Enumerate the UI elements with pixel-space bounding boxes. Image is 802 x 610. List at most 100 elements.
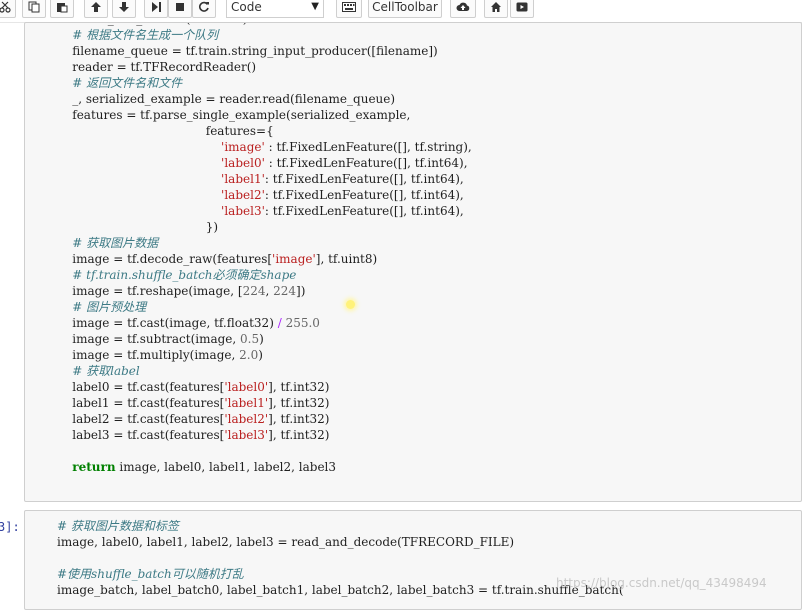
move-up-button[interactable] — [84, 0, 108, 18]
code-line: _, serialized_example = reader.read(file… — [57, 91, 472, 107]
code-line: image_batch, label_batch0, label_batch1,… — [57, 582, 624, 598]
code-token: ], tf.int32) — [268, 428, 330, 442]
code-token: : tf.FixedLenFeature([], tf.int64), — [264, 172, 464, 186]
code-token: label3 = tf.cast(features[ — [57, 428, 225, 442]
code-line: # 返回文件名和文件 — [57, 75, 472, 91]
code-string: 'label2' — [221, 188, 265, 202]
code-cell-get-batch[interactable]: 3]: # 获取图片数据和标签 image, label0, label1, la… — [0, 510, 802, 610]
code-string: 'label2' — [224, 412, 269, 426]
chevron-down-icon: ▼ — [311, 1, 319, 12]
home-icon — [490, 1, 502, 13]
code-line: return image, label0, label1, label2, la… — [57, 459, 472, 475]
code-line: 'label1': tf.FixedLenFeature([], tf.int6… — [57, 171, 472, 187]
code-comment: # 获取图片数据和标签 — [57, 519, 179, 533]
code-token: image = tf.decode_raw(features[ — [57, 252, 273, 266]
run-button[interactable] — [144, 0, 168, 18]
cell-type-select[interactable]: Code ▼ — [226, 0, 324, 18]
watermark: https://blog.csdn.net/qq_43498494 — [556, 576, 767, 590]
code-editor[interactable]: # 获取图片数据和标签 image, label0, label1, label2… — [57, 518, 624, 598]
code-number: 255.0 — [285, 316, 320, 330]
present-icon — [516, 1, 528, 13]
code-token: image = tf.subtract(image, — [57, 332, 241, 346]
stop-icon — [174, 1, 186, 13]
code-line: reader = tf.TFRecordReader() — [57, 59, 472, 75]
code-line: 'image' : tf.FixedLenFeature([], tf.stri… — [57, 139, 472, 155]
code-token: reader = tf.TFRecordReader() — [57, 60, 257, 74]
code-line: # 获取label — [57, 363, 472, 379]
code-string: 'label0' — [224, 380, 269, 394]
keyboard-icon — [342, 2, 356, 12]
code-token: label1 = tf.cast(features[ — [57, 396, 225, 410]
code-line: features={ — [57, 123, 472, 139]
restart-button[interactable] — [192, 0, 216, 18]
code-line: # 获取图片数据 — [57, 235, 472, 251]
code-comment: #使用shuffle_batch可以随机打乱 — [57, 567, 244, 581]
home-button[interactable] — [484, 0, 508, 18]
cell-type-value: Code — [231, 0, 262, 14]
stop-button[interactable] — [168, 0, 192, 18]
code-number: 2.0 — [239, 348, 259, 362]
code-input-area[interactable]: # 获取图片数据和标签 image, label0, label1, label2… — [24, 510, 802, 610]
code-comment: # 获取图片数据 — [57, 236, 159, 250]
notebook-toolbar: Code ▼ CellToolbar — [0, 0, 802, 23]
code-string: 'image' — [221, 140, 265, 154]
command-palette-button[interactable] — [336, 0, 362, 18]
code-token: image_batch, label_batch0, label_batch1,… — [57, 583, 624, 597]
code-token: features={ — [57, 124, 274, 138]
code-line: label1 = tf.cast(features['label1'], tf.… — [57, 395, 472, 411]
code-comment: # 返回文件名和文件 — [57, 76, 183, 90]
code-input-area[interactable]: def read_and_decode(filename): # 根据文件名生成… — [24, 22, 802, 502]
copy-button[interactable] — [22, 0, 46, 18]
code-line: # 获取图片数据和标签 — [57, 518, 624, 534]
mouse-cursor-highlight — [346, 300, 355, 309]
code-token: ], tf.int32) — [268, 396, 330, 410]
move-down-icon — [118, 1, 130, 13]
code-token: : tf.FixedLenFeature([], tf.int64), — [264, 156, 468, 170]
move-down-button[interactable] — [112, 0, 136, 18]
code-comment: # 图片预处理 — [57, 300, 147, 314]
code-token: }) — [57, 220, 219, 234]
code-line: 'label0' : tf.FixedLenFeature([], tf.int… — [57, 155, 472, 171]
code-cell-read-and-decode[interactable]: def read_and_decode(filename): # 根据文件名生成… — [0, 22, 802, 502]
code-editor[interactable]: def read_and_decode(filename): # 根据文件名生成… — [57, 23, 472, 475]
restart-icon — [198, 1, 210, 13]
celltoolbar-button[interactable]: CellToolbar — [368, 0, 442, 18]
code-keyword: return — [72, 460, 116, 474]
paste-button[interactable] — [50, 0, 74, 18]
code-token: ], tf.int32) — [268, 412, 330, 426]
code-line: 'label3': tf.FixedLenFeature([], tf.int6… — [57, 203, 472, 219]
code-line: image, label0, label1, label2, label3 = … — [57, 534, 624, 550]
code-line: label3 = tf.cast(features['label3'], tf.… — [57, 427, 472, 443]
copy-icon — [28, 1, 40, 13]
code-token: ) — [258, 348, 263, 362]
code-line: label0 = tf.cast(features['label0'], tf.… — [57, 379, 472, 395]
run-icon — [150, 1, 162, 13]
code-comment: # 获取label — [57, 364, 140, 378]
code-token: label2 = tf.cast(features[ — [57, 412, 225, 426]
code-comment: # tf.train.shuffle_batch必须确定shape — [57, 268, 297, 282]
code-line: label2 = tf.cast(features['label2'], tf.… — [57, 411, 472, 427]
code-token: : tf.FixedLenFeature([], tf.int64), — [264, 204, 464, 218]
upload-icon — [456, 1, 470, 13]
cut-button[interactable] — [0, 0, 16, 18]
code-string: 'label1' — [224, 396, 269, 410]
code-string: 'label0' — [221, 156, 265, 170]
code-line: # tf.train.shuffle_batch必须确定shape — [57, 267, 472, 283]
code-line: # 图片预处理 — [57, 299, 472, 315]
code-string: 'label1' — [221, 172, 265, 186]
upload-button[interactable] — [450, 0, 476, 18]
code-token: filename_queue = tf.train.string_input_p… — [57, 44, 438, 58]
code-line: image = tf.decode_raw(features['image'],… — [57, 251, 472, 267]
code-token: features = tf.parse_single_example(seria… — [57, 108, 411, 122]
code-line: # 根据文件名生成一个队列 — [57, 27, 472, 43]
code-token: image = tf.reshape(image, [ — [57, 284, 243, 298]
code-number: 0.5 — [240, 332, 260, 346]
present-button[interactable] — [510, 0, 534, 18]
code-line: image = tf.subtract(image, 0.5) — [57, 331, 472, 347]
